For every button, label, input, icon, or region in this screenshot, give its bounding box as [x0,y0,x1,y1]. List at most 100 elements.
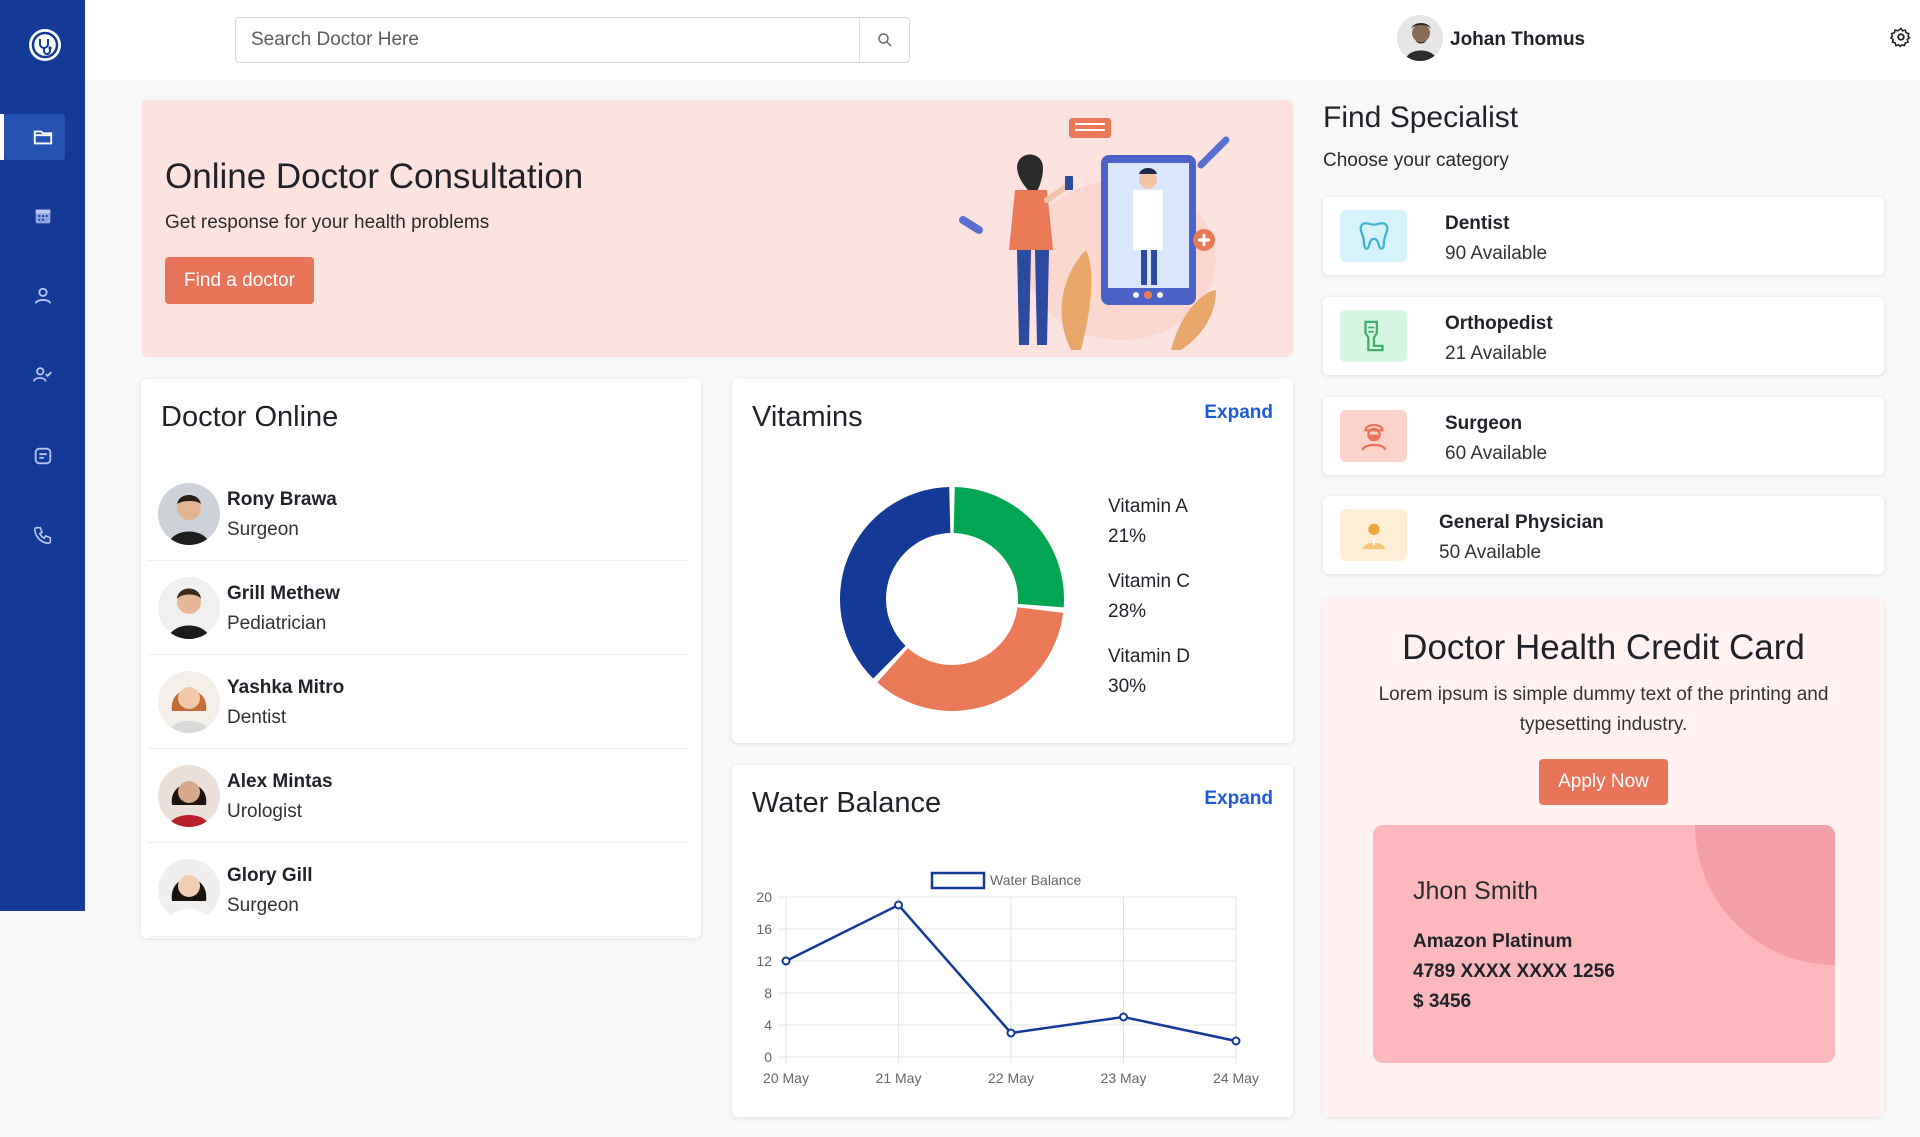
y-tick-label: 4 [764,1017,772,1033]
legend-vitamin-d-pct: 30% [1108,676,1147,697]
doctor-list-item[interactable]: Alex Mintas Urologist [148,749,688,843]
apply-now-button[interactable]: Apply Now [1539,759,1668,805]
doctor-specialty: Pediatrician [227,613,327,634]
y-tick-label: 20 [756,889,772,905]
user-avatar-image [1397,15,1443,61]
search-icon [877,33,892,47]
x-tick-label: 23 May [1101,1070,1147,1086]
specialist-availability: 60 Available [1445,443,1548,464]
sidebar-item-messages[interactable] [0,432,85,480]
card-type: Amazon Platinum [1413,931,1573,952]
doctor-avatar [158,859,220,921]
card-holder-name: Jhon Smith [1413,877,1539,905]
find-specialist-subtitle: Choose your category [1323,150,1509,171]
specialist-name: Dentist [1445,213,1510,234]
data-point [1231,1036,1241,1046]
specialist-card-general-physician[interactable]: General Physician 50 Available [1323,496,1884,574]
legend-swatch [930,871,986,890]
card-number: 4789 XXXX XXXX 1256 [1413,961,1615,982]
doctor-name: Yashka Mitro [227,677,345,698]
sidebar-item-documents[interactable] [0,113,85,161]
user-icon [34,287,51,304]
specialist-name: General Physician [1439,512,1604,533]
top-bar: Johan Thomus [85,0,1920,80]
vitamins-donut-chart [840,487,1064,711]
x-tick-label: 21 May [876,1070,922,1086]
sidebar [0,0,85,911]
search-button[interactable] [859,18,909,62]
x-tick-label: 24 May [1213,1070,1259,1086]
vitamins-expand-link[interactable]: Expand [1204,402,1273,424]
find-doctor-button[interactable]: Find a doctor [165,257,314,304]
doctor-specialty: Surgeon [227,519,299,540]
data-point [1006,1028,1016,1038]
user-name[interactable]: Johan Thomus [1450,29,1585,51]
legend-vitamin-d: Vitamin D [1108,646,1191,667]
legend-vitamin-a: Vitamin A [1108,496,1188,517]
y-tick-label: 0 [764,1049,772,1065]
banner-subtitle: Get response for your health problems [165,212,490,233]
vitamins-panel: Vitamins Expand Vitamin A 21% Vitamin C … [732,379,1293,743]
donut-slice-vitamin-a [953,487,1064,608]
water-expand-link[interactable]: Expand [1204,788,1273,810]
doctor-online-title: Doctor Online [161,401,339,433]
doctor-specialty: Urologist [227,801,302,822]
specialist-availability: 21 Available [1445,343,1548,364]
credit-card-title: Doctor Health Credit Card [1402,628,1805,667]
specialist-card-dentist[interactable]: Dentist 90 Available [1323,197,1884,275]
doctor-list-item[interactable]: Yashka Mitro Dentist [148,655,688,749]
legend-vitamin-c: Vitamin C [1108,571,1191,592]
sidebar-item-doctors[interactable] [0,351,85,399]
sidebar-item-calendar[interactable] [0,192,85,240]
doctor-name: Rony Brawa [227,489,337,510]
banner-title: Online Doctor Consultation [165,157,584,196]
doctor-avatar [158,483,220,545]
doctor-avatar [158,671,220,733]
y-tick-label: 16 [756,921,772,937]
x-tick-label: 20 May [763,1070,809,1086]
message-icon [34,447,51,465]
physician-icon [1340,509,1407,561]
specialist-card-orthopedist[interactable]: Orthopedist 21 Available [1323,297,1884,375]
user-avatar[interactable] [1397,15,1443,61]
doctor-list-item[interactable]: Glory Gill Surgeon [148,843,688,937]
water-balance-title: Water Balance [752,787,942,819]
data-point [781,956,791,966]
donut-slice-vitamin-c [877,607,1064,711]
doctor-avatar [158,765,220,827]
search-box [235,17,910,63]
x-tick-label: 22 May [988,1070,1034,1086]
water-balance-line-chart: Water Balance 0 4 8 12 16 20 20 May 21 May 22 May… [756,871,1259,1086]
surgeon-icon [1340,410,1407,462]
vitamins-title: Vitamins [752,401,863,433]
credit-card-description: Lorem ipsum is simple dummy text of the … [1378,684,1829,735]
legend-vitamin-a-pct: 21% [1108,526,1147,547]
y-tick-label: 12 [756,953,772,969]
card-decor-circle [1695,825,1835,965]
app-logo[interactable] [29,29,61,61]
doctor-specialty: Dentist [227,707,287,728]
find-specialist-title: Find Specialist [1323,101,1519,134]
sidebar-item-calls[interactable] [0,511,85,559]
specialist-name: Surgeon [1445,413,1523,434]
settings-gear-icon[interactable] [1890,26,1912,48]
telemedicine-illustration [959,118,1230,350]
doctor-list-item[interactable]: Rony Brawa Surgeon [148,467,688,561]
doctor-name: Grill Methew [227,583,340,604]
specialist-card-surgeon[interactable]: Surgeon 60 Available [1323,397,1884,475]
search-input[interactable] [236,18,861,62]
credit-card: Jhon Smith Amazon Platinum 4789 XXXX XXX… [1373,825,1835,1063]
leg-icon [1340,310,1407,362]
doctor-name: Alex Mintas [227,771,333,792]
y-tick-label: 8 [764,985,772,1001]
card-balance: $ 3456 [1413,991,1472,1012]
donut-slice-vitamin-d [840,487,951,679]
tooth-icon [1340,210,1407,262]
sidebar-item-profile[interactable] [0,272,85,320]
doctor-list-item[interactable]: Grill Methew Pediatrician [148,561,688,655]
doctor-avatar [158,577,220,639]
calendar-icon [35,209,50,224]
data-point [894,900,903,910]
stethoscope-logo-icon [31,31,59,59]
specialist-availability: 90 Available [1445,243,1548,264]
